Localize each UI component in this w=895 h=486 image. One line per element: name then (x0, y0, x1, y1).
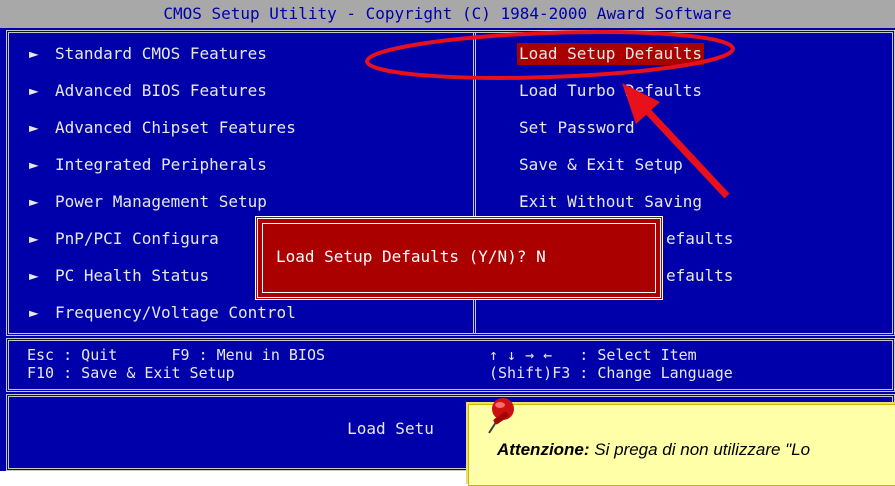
help-esc: Esc : Quit F9 : Menu in BIOS (27, 346, 326, 364)
menu-item-integrated-peripherals[interactable]: ► Integrated Peripherals (29, 154, 267, 176)
submenu-arrow-icon: ► (29, 118, 39, 137)
bios-screen: CMOS Setup Utility - Copyright (C) 1984-… (0, 0, 895, 471)
key-help-panel: Esc : Quit F9 : Menu in BIOS F10 : Save … (6, 338, 895, 392)
menu-item-label: PC Health Status (55, 266, 210, 285)
title-bar: CMOS Setup Utility - Copyright (C) 1984-… (0, 0, 895, 28)
menu-item-frequency-voltage[interactable]: ► Frequency/Voltage Control (29, 302, 296, 324)
menu-item-standard-cmos[interactable]: ► Standard CMOS Features (29, 43, 267, 65)
pushpin-icon (488, 398, 514, 434)
menu-item-label: Frequency/Voltage Control (55, 303, 296, 322)
menu-item-power-management[interactable]: ► Power Management Setup (29, 191, 267, 213)
menu-item-label: Standard CMOS Features (55, 44, 267, 63)
confirm-dialog[interactable]: Load Setup Defaults (Y/N)? N (255, 216, 663, 300)
submenu-arrow-icon: ► (29, 229, 39, 248)
menu-item-label: Integrated Peripherals (55, 155, 267, 174)
menu-item-pnp-pci[interactable]: ► PnP/PCI Configura (29, 228, 219, 250)
menu-item-pc-health[interactable]: ► PC Health Status (29, 265, 209, 287)
submenu-arrow-icon: ► (29, 44, 39, 63)
menu-item-advanced-bios[interactable]: ► Advanced BIOS Features (29, 80, 267, 102)
warning-note: Attenzione: Si prega di non utilizzare "… (468, 398, 895, 486)
help-f10: F10 : Save & Exit Setup (27, 364, 235, 382)
dialog-prompt: Load Setup Defaults (Y/N)? N (276, 247, 546, 266)
menu-item-label: Advanced Chipset Features (55, 118, 296, 137)
menu-item-advanced-chipset[interactable]: ► Advanced Chipset Features (29, 117, 296, 139)
menu-item-label: PnP/PCI Configura (55, 229, 219, 248)
menu-item-label: Power Management Setup (55, 192, 267, 211)
menu-item-set-password[interactable]: Set Password (519, 117, 635, 139)
help-select: ↑ ↓ → ← : Select Item (489, 346, 697, 364)
menu-item-partial-defaults-2[interactable]: efaults (666, 265, 733, 287)
note-body: Si prega di non utilizzare "Lo (589, 440, 811, 459)
submenu-arrow-icon: ► (29, 81, 39, 100)
menu-item-load-setup-defaults[interactable]: Load Setup Defaults (517, 43, 705, 65)
note-heading: Attenzione: (497, 440, 590, 459)
menu-item-exit-without-saving[interactable]: Exit Without Saving (519, 191, 702, 213)
status-text: Load Setu (347, 419, 434, 438)
menu-item-label: Advanced BIOS Features (55, 81, 267, 100)
help-language: (Shift)F3 : Change Language (489, 364, 733, 382)
submenu-arrow-icon: ► (29, 266, 39, 285)
menu-item-partial-defaults-1[interactable]: efaults (666, 228, 733, 250)
menu-item-save-exit[interactable]: Save & Exit Setup (519, 154, 683, 176)
note-text: Attenzione: Si prega di non utilizzare "… (497, 440, 810, 460)
submenu-arrow-icon: ► (29, 303, 39, 322)
submenu-arrow-icon: ► (29, 155, 39, 174)
menu-item-load-turbo-defaults[interactable]: Load Turbo Defaults (519, 80, 702, 102)
submenu-arrow-icon: ► (29, 192, 39, 211)
